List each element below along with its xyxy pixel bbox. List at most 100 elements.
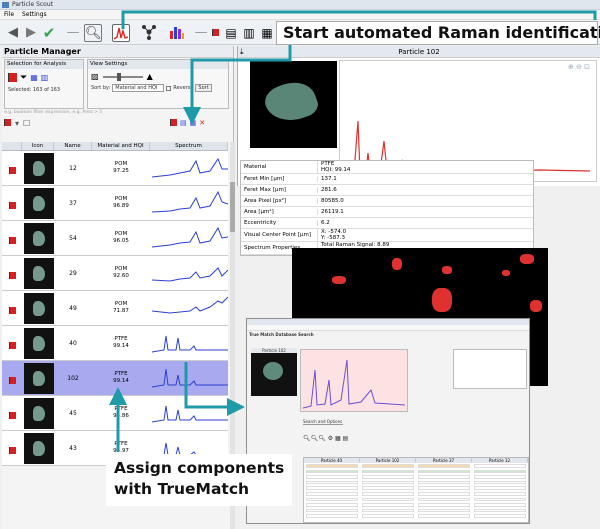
row-flag[interactable] <box>2 194 22 213</box>
row-flag[interactable] <box>2 299 22 318</box>
table-row[interactable]: 37 POM 96.89 <box>2 186 229 221</box>
flag-icon[interactable] <box>8 306 16 314</box>
row-flag[interactable] <box>2 159 22 178</box>
row-name: 43 <box>69 444 77 452</box>
truematch-spectrum-chart <box>300 349 408 412</box>
flag-filter-icon[interactable] <box>170 119 177 126</box>
back-icon[interactable]: ◀ <box>4 24 22 42</box>
flag-icon[interactable] <box>8 271 16 279</box>
col-name[interactable]: Name <box>54 142 92 150</box>
sort-button[interactable]: Sort <box>195 84 212 92</box>
raman-identification-icon[interactable] <box>112 24 130 42</box>
property-row: Area Pixel [px²] 80585.0 <box>241 196 533 207</box>
zoom-icon[interactable]: 🔍︎ <box>84 24 102 42</box>
window-title: Particle Scout <box>12 1 54 8</box>
table-row[interactable]: 40 PTFE 99.14 <box>2 326 228 361</box>
row-material: PTFE 99.14 <box>113 371 129 384</box>
reverse-checkbox[interactable] <box>166 85 172 91</box>
flag-icon[interactable] <box>8 236 16 244</box>
row-name: 37 <box>69 199 77 207</box>
property-row: Eccentricity 6.2 <box>241 218 533 229</box>
row-spectrum <box>150 363 228 393</box>
filter-icon[interactable]: ⏷ <box>20 73 27 83</box>
row-flag[interactable] <box>2 439 22 458</box>
row-thumbnail <box>24 292 54 324</box>
flag-select-icon[interactable] <box>8 73 17 82</box>
table-row[interactable]: 102 PTFE 99.14 <box>2 361 228 396</box>
select-range-icon[interactable]: ▥ <box>41 73 49 83</box>
forward-icon[interactable]: ▶ <box>22 24 40 42</box>
molecule-icon[interactable] <box>140 24 158 42</box>
row-flag[interactable] <box>2 264 22 283</box>
property-value: 26119.1 <box>317 209 533 215</box>
select-all-icon[interactable]: ▦ <box>30 73 38 83</box>
row-spectrum <box>150 398 228 428</box>
row-name: 49 <box>69 304 77 312</box>
row-thumbnail <box>24 327 54 359</box>
report-icon[interactable]: ▦ <box>258 24 276 42</box>
list-icon[interactable]: ▤ <box>180 119 187 127</box>
flag-row-icon[interactable] <box>4 119 11 126</box>
filter-input[interactable]: e.g. boolean filter expression, e.g. Are… <box>4 110 230 118</box>
property-label: Area [µm²] <box>244 209 274 215</box>
truematch-results-grid: Particle 40 Particle 102 Particle 37 Partic… <box>303 457 529 523</box>
document-icon[interactable]: ▤ <box>222 24 240 42</box>
truematch-particle-label: Particle 102 <box>251 348 297 353</box>
particle-image <box>250 61 337 148</box>
flag-icon[interactable] <box>8 341 16 349</box>
histogram-icon[interactable] <box>168 24 186 42</box>
menu-file[interactable]: File <box>4 10 14 19</box>
sort-select[interactable]: Material and HQI <box>112 84 165 92</box>
row-name: 45 <box>69 409 77 417</box>
property-label: Eccentricity <box>244 220 277 226</box>
flag-icon[interactable] <box>8 201 16 209</box>
flag-icon[interactable] <box>8 376 16 384</box>
row-thumbnail <box>24 257 54 289</box>
row-flag[interactable] <box>2 334 22 353</box>
table-row[interactable]: 54 POM 96.05 <box>2 221 229 256</box>
image-view-icon[interactable]: ▨ <box>91 72 99 81</box>
col-spectrum[interactable]: Spectrum <box>150 142 228 150</box>
row-toolbar: ▾ ☐ <box>4 119 30 128</box>
flag-icon[interactable] <box>8 446 16 454</box>
table-row[interactable]: 49 POM 71.87 <box>2 291 229 326</box>
row-flag[interactable] <box>2 369 22 388</box>
reverse-label: Reverse <box>173 85 194 91</box>
row-material: POM 92.60 <box>113 266 129 279</box>
particle-scout-window: Particle Scout File Settings ◀ ▶ ✔ — 🔍︎ … <box>0 0 600 529</box>
table-header: Icon Name Material and HQI Spectrum <box>2 142 228 151</box>
chart-zoom-icons[interactable]: ⊕ ⊖ ⊡ <box>568 63 590 71</box>
callout-line-2: with TrueMatch <box>114 480 250 498</box>
checkmark-icon[interactable]: ✔ <box>40 24 58 42</box>
table-row[interactable]: 12 POM 97.25 <box>2 151 228 186</box>
row-spectrum <box>150 223 229 253</box>
property-label: Feret Max [µm] <box>244 187 286 193</box>
truematch-results-list[interactable] <box>453 349 527 389</box>
table-row[interactable]: 45 PTFE 95.86 <box>2 396 228 431</box>
selected-count: Selected: 163 of 163 <box>8 87 61 93</box>
row-flag[interactable] <box>2 229 22 248</box>
close-icon[interactable]: ✕ <box>199 119 205 127</box>
row-thumbnail <box>24 222 54 254</box>
checkbox-icon[interactable]: ☐ <box>23 119 30 128</box>
zoom-slider[interactable] <box>102 72 143 81</box>
pin-icon[interactable]: ⤓ <box>240 47 244 57</box>
property-value: 80585.0 <box>317 198 533 204</box>
expand-icon[interactable]: ▾ <box>15 119 19 128</box>
truematch-column: Particle 40 <box>304 458 360 463</box>
table-row[interactable]: 29 POM 92.60 <box>2 256 229 291</box>
property-label: Feret Min [µm] <box>244 176 285 182</box>
flag-icon[interactable] <box>8 411 16 419</box>
row-material: PTFE 99.14 <box>113 336 129 349</box>
col-material[interactable]: Material and HQI <box>92 142 150 150</box>
flag-icon[interactable] <box>8 166 16 174</box>
property-row: Visual Center Point [µm] X: -574.0 Y: -587… <box>241 229 533 242</box>
export-icon[interactable]: ▥ <box>240 24 258 42</box>
grid-icon[interactable]: ▦ <box>190 119 197 127</box>
menu-settings[interactable]: Settings <box>22 10 47 19</box>
row-flag[interactable] <box>2 404 22 423</box>
row-material: POM 96.89 <box>113 196 129 209</box>
col-icon[interactable]: Icon <box>22 142 54 150</box>
truematch-column: Particle 37 <box>416 458 472 463</box>
property-row: Area [µm²] 26119.1 <box>241 207 533 218</box>
